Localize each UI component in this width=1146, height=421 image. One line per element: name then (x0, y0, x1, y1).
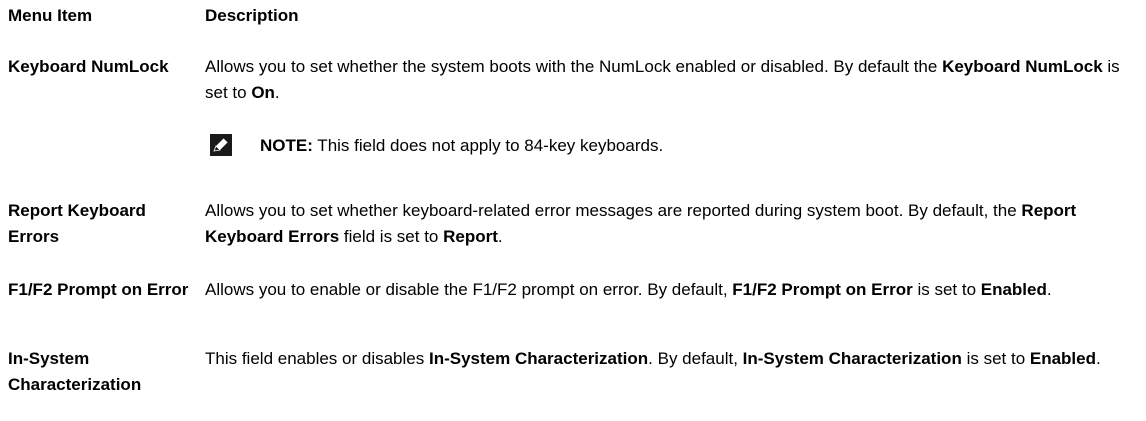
note-label: NOTE: (260, 136, 313, 155)
desc-emphasis: Report (443, 227, 498, 246)
desc-text: . (1046, 280, 1052, 299)
desc-text: Allows you to enable or disable the F1/F… (205, 280, 733, 299)
desc-emphasis: Enabled (980, 280, 1047, 299)
settings-table: Menu Item Description Keyboard NumLock A… (0, 0, 1146, 421)
desc-emphasis: Enabled (1029, 349, 1096, 368)
desc-text: Allows you to set whether the system boo… (205, 57, 943, 76)
desc-text: is set to (912, 280, 981, 299)
header-description: Description (205, 6, 299, 25)
desc-text: . (497, 227, 503, 246)
row-label-in-system-characterization: In-System Characterization (8, 349, 142, 394)
desc-text: Allows you to set whether keyboard-relat… (205, 201, 1022, 220)
row-label-f1f2-prompt: F1/F2 Prompt on Error (8, 280, 189, 299)
desc-emphasis: In-System Characterization (428, 349, 649, 368)
row-label-keyboard-numlock: Keyboard NumLock (8, 57, 169, 76)
note-text: NOTE: This field does not apply to 84-ke… (260, 133, 663, 159)
desc-emphasis: F1/F2 Prompt on Error (732, 280, 913, 299)
desc-text: is set to (961, 349, 1030, 368)
row-desc-f1f2-prompt: Allows you to enable or disable the F1/F… (205, 277, 1140, 303)
pencil-note-icon (210, 134, 232, 156)
row-desc-keyboard-numlock: Allows you to set whether the system boo… (205, 54, 1140, 106)
row-desc-in-system-characterization: This field enables or disables In-System… (205, 346, 1105, 372)
row-label-report-keyboard-errors: Report Keyboard Errors (8, 201, 146, 246)
desc-text: This field enables or disables (205, 349, 429, 368)
desc-emphasis: Keyboard NumLock (942, 57, 1103, 76)
desc-emphasis: On (251, 83, 275, 102)
note-box: NOTE: This field does not apply to 84-ke… (205, 131, 1105, 161)
desc-text: . By default, (648, 349, 743, 368)
desc-text: field is set to (339, 227, 444, 246)
desc-emphasis: In-System Characterization (742, 349, 962, 368)
row-desc-report-keyboard-errors: Allows you to set whether keyboard-relat… (205, 198, 1140, 250)
desc-text: . (274, 83, 280, 102)
note-body: This field does not apply to 84-key keyb… (312, 136, 664, 155)
desc-text: . (1096, 349, 1101, 368)
header-menu-item: Menu Item (8, 6, 93, 25)
